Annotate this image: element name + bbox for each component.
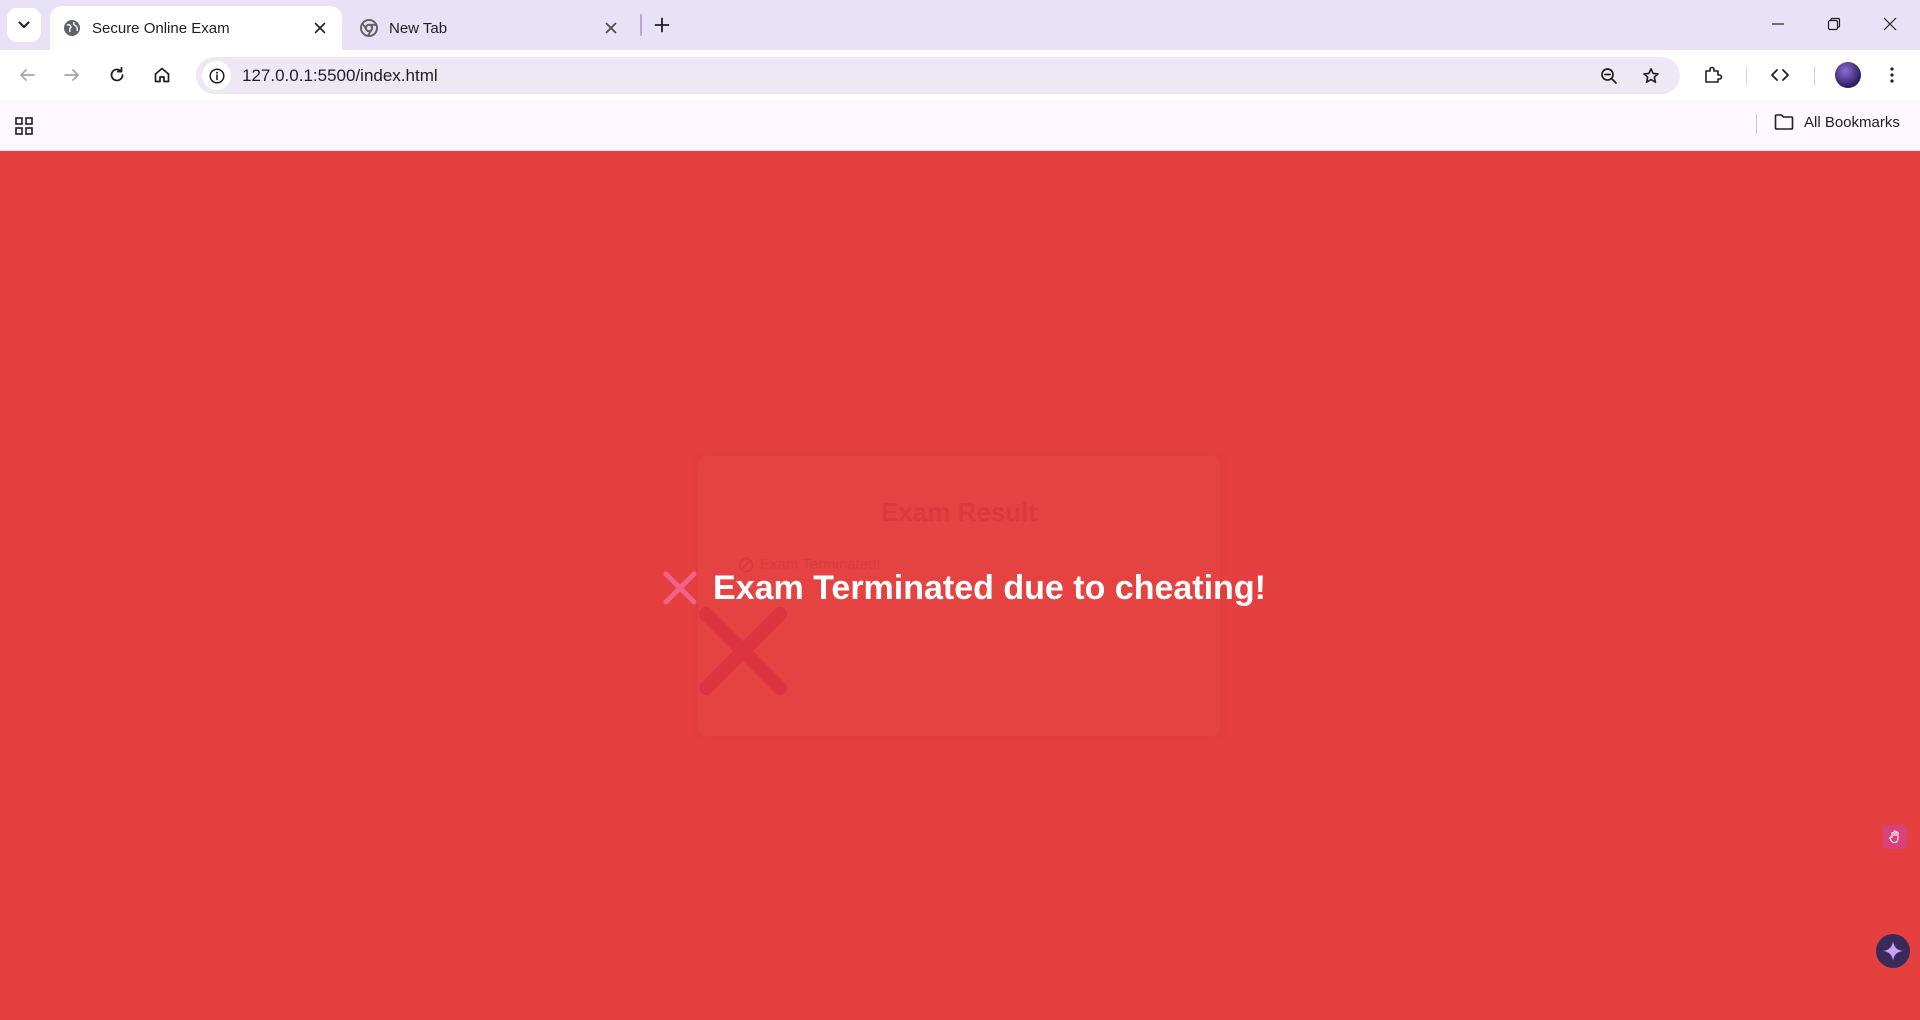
restore-icon: [1827, 17, 1841, 31]
star-icon: [1642, 67, 1659, 83]
restore-button[interactable]: [1806, 0, 1862, 48]
sparkle-icon: [1883, 941, 1903, 961]
hand-icon: [1889, 830, 1899, 844]
devtools-button[interactable]: [1763, 58, 1797, 92]
minimize-icon: [1772, 23, 1784, 25]
tab-secure-online-exam[interactable]: Secure Online Exam: [50, 6, 342, 50]
all-bookmarks-label: All Bookmarks: [1804, 113, 1900, 131]
info-icon: [208, 67, 225, 84]
tab-strip: Secure Online Exam New Tab: [0, 0, 1920, 50]
tab-search-button[interactable]: [7, 8, 41, 42]
code-icon: [1771, 69, 1789, 81]
close-window-button[interactable]: [1862, 0, 1918, 48]
browser-toolbar: 127.0.0.1:5500/index.html: [0, 50, 1920, 100]
tab-divider: [640, 14, 642, 36]
toolbar-divider: [1814, 67, 1815, 85]
arrow-left-icon: [20, 69, 35, 81]
tab-new-tab[interactable]: New Tab: [347, 6, 633, 50]
profile-avatar[interactable]: [1835, 62, 1861, 88]
result-title: Exam Result: [880, 497, 1038, 527]
plus-icon: [654, 17, 670, 33]
globe-icon: [62, 18, 82, 38]
extensions-button[interactable]: [1696, 58, 1730, 92]
apps-button[interactable]: [10, 112, 38, 140]
close-tab-icon[interactable]: [308, 16, 332, 40]
forward-button[interactable]: [55, 58, 89, 92]
large-cross-icon: [699, 607, 787, 695]
back-button[interactable]: [10, 58, 44, 92]
menu-button[interactable]: [1875, 58, 1909, 92]
cross-mark-icon: [660, 568, 700, 608]
all-bookmarks-button[interactable]: All Bookmarks: [1774, 113, 1900, 131]
bookmark-star-button[interactable]: [1636, 61, 1665, 90]
puzzle-icon: [1705, 66, 1723, 83]
url-text[interactable]: 127.0.0.1:5500/index.html: [242, 66, 438, 86]
reload-icon: [110, 66, 124, 82]
home-button[interactable]: [145, 58, 179, 92]
termination-message-text: Exam Terminated due to cheating!: [713, 568, 1266, 607]
page-content: Exam Result Exam Terminated! Exam Termin…: [0, 151, 1920, 1020]
toolbar-divider: [1746, 67, 1747, 85]
side-extension-widget[interactable]: [1883, 825, 1907, 849]
close-icon: [1883, 17, 1897, 31]
zoom-out-icon: [1600, 67, 1617, 84]
apps-grid-icon: [15, 117, 33, 135]
bookmarks-bar: All Bookmarks: [0, 100, 1920, 151]
folder-icon: [1774, 114, 1794, 130]
reload-button[interactable]: [100, 58, 134, 92]
termination-message: Exam Terminated due to cheating!: [660, 563, 1266, 613]
new-tab-button[interactable]: [648, 11, 676, 39]
bookmarks-divider: [1756, 114, 1757, 134]
close-tab-icon[interactable]: [599, 16, 623, 40]
home-icon: [154, 67, 170, 83]
tab-title: Secure Online Exam: [92, 19, 230, 37]
arrow-right-icon: [64, 69, 79, 81]
chrome-icon: [359, 18, 379, 38]
more-vertical-icon: [1890, 67, 1894, 83]
zoom-button[interactable]: [1594, 61, 1623, 90]
tab-title: New Tab: [389, 19, 448, 37]
address-bar[interactable]: 127.0.0.1:5500/index.html: [196, 57, 1680, 94]
gemini-assistant-button[interactable]: [1876, 934, 1910, 968]
site-info-button[interactable]: [202, 61, 231, 90]
minimize-button[interactable]: [1750, 0, 1806, 48]
chevron-down-icon: [18, 21, 30, 28]
